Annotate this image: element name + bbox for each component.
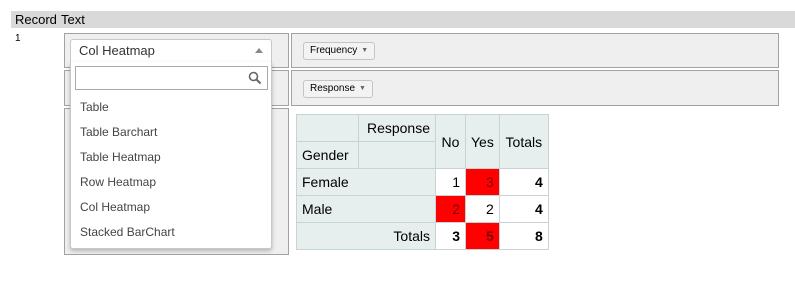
col-attr-header: Response [358,114,436,142]
header-record: Record [15,12,57,27]
chevron-down-icon: ▼ [359,85,366,92]
cell-total-no: 3 [435,222,466,250]
aggregator-label: Frequency [310,45,358,56]
cell-male-no: 2 [435,195,466,223]
renderer-select[interactable]: Col Heatmap [70,39,272,63]
renderer-option-table-heatmap[interactable]: Table Heatmap [71,145,271,170]
renderer-option-table-barchart[interactable]: Table Barchart [71,120,271,145]
col-header-yes: Yes [465,114,500,169]
row-totals-label: Totals [296,222,436,250]
cell-female-no: 1 [435,168,466,196]
aggregator-cell: Frequency ▼ [291,33,779,68]
cell-female-yes: 3 [465,168,500,196]
header-text: Text [61,12,85,27]
renderer-dropdown-panel: Table Table Barchart Table Heatmap Row H… [70,62,272,249]
totals-row: Totals 3 5 8 [296,222,549,250]
renderer-option-table[interactable]: Table [71,95,271,120]
renderer-search-input[interactable] [75,66,268,90]
pivot-table: Response No Yes Totals Gender Female 1 3… [296,114,549,250]
record-number: 1 [15,33,21,44]
table-row: Male 2 2 4 [296,195,549,223]
row-attr-header: Gender [296,141,359,169]
cell-male-yes: 2 [465,195,500,223]
row-label-male: Male [296,195,436,223]
cell-grand-total: 8 [498,222,549,250]
col-header-no: No [435,114,466,169]
row-label-female: Female [296,168,436,196]
chevron-up-icon [255,48,263,53]
cell-male-total: 4 [498,195,549,223]
renderer-option-stacked-barchart[interactable]: Stacked BarChart [71,220,271,245]
renderer-option-row-heatmap[interactable]: Row Heatmap [71,170,271,195]
output-header: Record Text [11,11,795,28]
col-attr-label: Response [310,83,356,94]
search-icon [248,71,262,85]
col-header-totals: Totals [498,114,549,169]
cell-female-total: 4 [498,168,549,196]
row-attr-spacer [358,141,436,169]
corner-cell [296,114,359,142]
cell-total-yes: 5 [465,222,500,250]
chevron-down-icon: ▼ [361,47,369,54]
table-row: Female 1 3 4 [296,168,549,196]
col-attrs-cell: Response ▼ [291,70,779,106]
aggregator-select[interactable]: Frequency ▼ [303,42,376,60]
renderer-option-col-heatmap[interactable]: Col Heatmap [71,195,271,220]
renderer-selected-label: Col Heatmap [79,43,155,58]
col-attr-response[interactable]: Response ▼ [303,80,373,98]
